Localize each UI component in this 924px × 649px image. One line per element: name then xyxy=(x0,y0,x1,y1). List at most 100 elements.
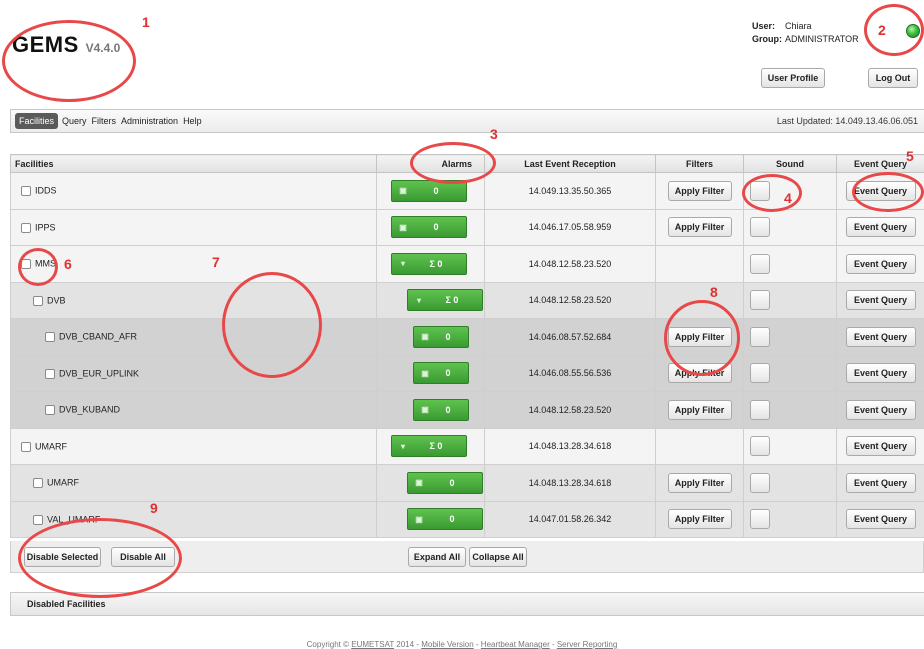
annotation-label-4: 4 xyxy=(784,190,792,206)
collapse-all-button[interactable]: Collapse All xyxy=(469,547,527,567)
nav-help[interactable]: Help xyxy=(183,116,202,126)
last-event-cell: 14.048.13.28.34.618 xyxy=(485,465,656,502)
sound-cell xyxy=(744,246,837,283)
last-event-cell: 14.048.12.58.23.520 xyxy=(485,282,656,319)
table-header-row: Facilities Alarms Last Event Reception F… xyxy=(11,155,924,173)
event-query-button[interactable]: Event Query xyxy=(846,473,916,493)
facility-cell: DVB xyxy=(11,282,377,319)
alarm-cell: ▣0 xyxy=(377,355,485,392)
apply-filter-button[interactable]: Apply Filter xyxy=(668,363,732,383)
header-facilities[interactable]: Facilities xyxy=(11,155,377,173)
alarm-badge[interactable]: ▣0 xyxy=(413,399,469,421)
facility-checkbox[interactable] xyxy=(45,369,55,379)
facility-checkbox[interactable] xyxy=(45,332,55,342)
nav-facilities[interactable]: Facilities xyxy=(15,113,58,129)
facility-checkbox[interactable] xyxy=(21,186,31,196)
user-profile-button[interactable]: User Profile xyxy=(761,68,825,88)
event-query-button[interactable]: Event Query xyxy=(846,254,916,274)
disable-selected-button[interactable]: Disable Selected xyxy=(24,547,101,567)
header-alarms[interactable]: Alarms xyxy=(377,155,485,173)
alarm-cell: ▾Σ 0 xyxy=(377,428,485,465)
alarm-badge[interactable]: ▣0 xyxy=(407,472,483,494)
event-query-button[interactable]: Event Query xyxy=(846,509,916,529)
facility-cell: UMARF xyxy=(11,428,377,465)
sound-cell xyxy=(744,465,837,502)
alarm-badge[interactable]: ▣0 xyxy=(407,508,483,530)
last-event-cell: 14.046.08.55.56.536 xyxy=(485,355,656,392)
sound-toggle-button[interactable] xyxy=(750,290,770,310)
alarm-count: 0 xyxy=(436,368,468,378)
alarm-badge[interactable]: ▾Σ 0 xyxy=(391,435,467,457)
event-query-button[interactable]: Event Query xyxy=(846,181,916,201)
event-query-button[interactable]: Event Query xyxy=(846,436,916,456)
filter-cell: Apply Filter xyxy=(656,209,744,246)
event-query-cell: Event Query xyxy=(837,282,924,319)
event-query-cell: Event Query xyxy=(837,246,924,283)
header-filters[interactable]: Filters xyxy=(656,155,744,173)
facility-checkbox[interactable] xyxy=(45,405,55,415)
apply-filter-button[interactable]: Apply Filter xyxy=(668,473,732,493)
group-label: Group: xyxy=(752,33,785,46)
event-query-cell: Event Query xyxy=(837,319,924,356)
alarm-cell: ▣0 xyxy=(377,173,485,210)
logout-button[interactable]: Log Out xyxy=(868,68,918,88)
last-event-cell: 14.046.08.57.52.684 xyxy=(485,319,656,356)
alarm-badge[interactable]: ▣0 xyxy=(413,362,469,384)
header-sound[interactable]: Sound xyxy=(744,155,837,173)
alarm-badge[interactable]: ▾Σ 0 xyxy=(407,289,483,311)
filter-cell: Apply Filter xyxy=(656,319,744,356)
event-query-cell: Event Query xyxy=(837,392,924,429)
sound-toggle-button[interactable] xyxy=(750,254,770,274)
facility-name: UMARF xyxy=(47,478,79,488)
facility-name: DVB_KUBAND xyxy=(59,405,120,415)
alarm-badge[interactable]: ▾Σ 0 xyxy=(391,253,467,275)
expand-all-button[interactable]: Expand All xyxy=(408,547,466,567)
alarm-badge[interactable]: ▣0 xyxy=(391,216,467,238)
facility-checkbox[interactable] xyxy=(21,259,31,269)
facility-checkbox[interactable] xyxy=(33,515,43,525)
apply-filter-button[interactable]: Apply Filter xyxy=(668,327,732,347)
alarm-cell: ▣0 xyxy=(377,319,485,356)
filter-cell xyxy=(656,428,744,465)
alarm-cell: ▣0 xyxy=(377,501,485,538)
nav-filters[interactable]: Filters xyxy=(92,116,117,126)
facility-name: DVB xyxy=(47,296,66,306)
sound-toggle-button[interactable] xyxy=(750,400,770,420)
facility-cell: IPPS xyxy=(11,209,377,246)
facility-checkbox[interactable] xyxy=(33,296,43,306)
app-title: GEMS V4.4.0 xyxy=(12,32,120,58)
facility-checkbox[interactable] xyxy=(21,223,31,233)
event-query-button[interactable]: Event Query xyxy=(846,327,916,347)
alarm-badge[interactable]: ▣0 xyxy=(391,180,467,202)
facility-checkbox[interactable] xyxy=(21,442,31,452)
apply-filter-button[interactable]: Apply Filter xyxy=(668,400,732,420)
alarm-type-icon: ▣ xyxy=(414,332,436,341)
alarm-badge[interactable]: ▣0 xyxy=(413,326,469,348)
alarm-type-icon: ▾ xyxy=(408,296,430,305)
header-last-event[interactable]: Last Event Reception xyxy=(485,155,656,173)
alarm-type-icon: ▣ xyxy=(408,478,430,487)
event-query-button[interactable]: Event Query xyxy=(846,290,916,310)
alarm-cell: ▣0 xyxy=(377,392,485,429)
annotation-label-3: 3 xyxy=(490,126,498,142)
nav-query[interactable]: Query xyxy=(62,116,87,126)
sound-toggle-button[interactable] xyxy=(750,509,770,529)
last-event-cell: 14.048.12.58.23.520 xyxy=(485,392,656,429)
apply-filter-button[interactable]: Apply Filter xyxy=(668,217,732,237)
sound-toggle-button[interactable] xyxy=(750,363,770,383)
event-query-button[interactable]: Event Query xyxy=(846,217,916,237)
facility-checkbox[interactable] xyxy=(33,478,43,488)
app-name: GEMS xyxy=(12,32,79,57)
apply-filter-button[interactable]: Apply Filter xyxy=(668,509,732,529)
sound-toggle-button[interactable] xyxy=(750,436,770,456)
sound-toggle-button[interactable] xyxy=(750,327,770,347)
event-query-button[interactable]: Event Query xyxy=(846,363,916,383)
sound-toggle-button[interactable] xyxy=(750,473,770,493)
event-query-button[interactable]: Event Query xyxy=(846,400,916,420)
apply-filter-button[interactable]: Apply Filter xyxy=(668,181,732,201)
disable-all-button[interactable]: Disable All xyxy=(111,547,175,567)
nav-administration[interactable]: Administration xyxy=(121,116,178,126)
sound-toggle-button[interactable] xyxy=(750,181,770,201)
sound-toggle-button[interactable] xyxy=(750,217,770,237)
disabled-facilities-panel[interactable]: Disabled Facilities xyxy=(10,592,924,616)
